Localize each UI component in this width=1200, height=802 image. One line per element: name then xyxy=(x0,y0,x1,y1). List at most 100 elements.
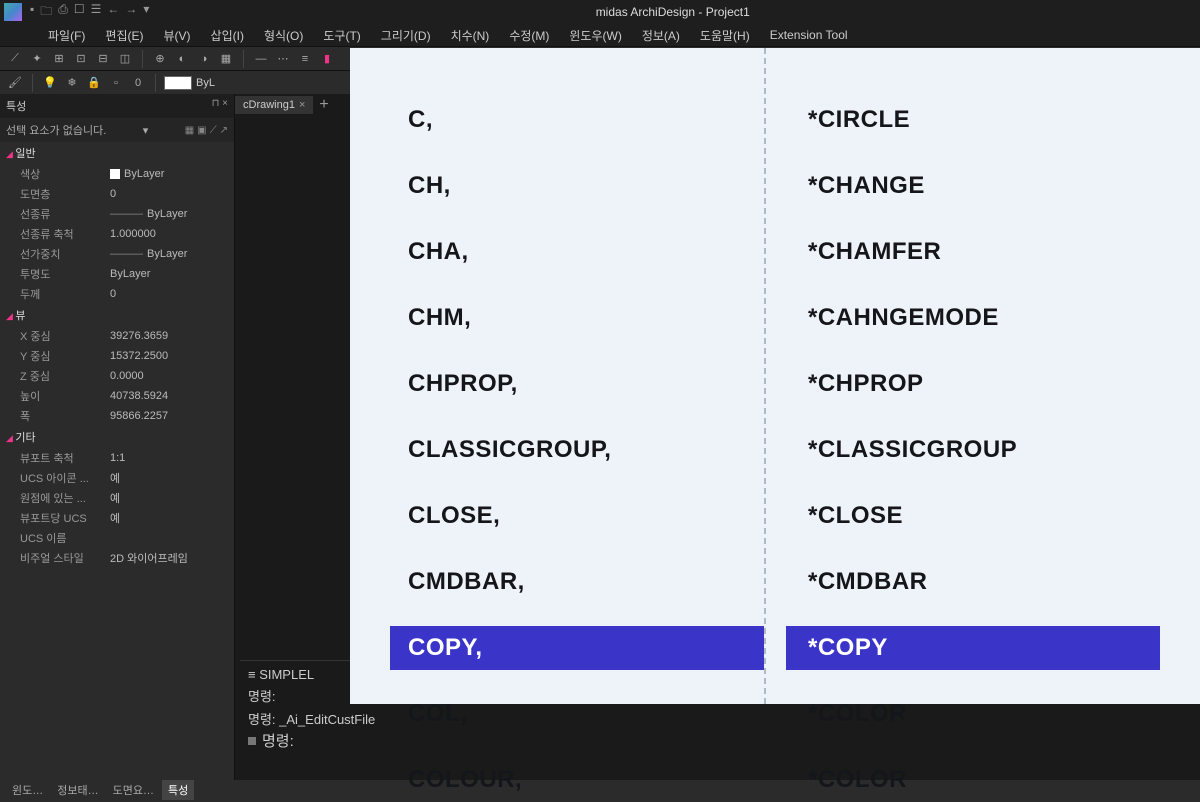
property-row[interactable]: 선종류———ByLayer xyxy=(0,204,234,224)
property-row[interactable]: 선가중치———ByLayer xyxy=(0,244,234,264)
tool-icon[interactable]: ❄ xyxy=(63,74,81,92)
property-row[interactable]: 비주얼 스타일2D 와이어프레임 xyxy=(0,548,234,568)
menu-insert[interactable]: 삽입(I) xyxy=(203,25,252,46)
alias-item[interactable]: C, xyxy=(390,98,764,142)
layers-icon[interactable]: ☰ xyxy=(91,2,102,23)
export-icon[interactable]: ☐ xyxy=(74,2,85,23)
tool-icon[interactable]: ▮ xyxy=(318,50,336,68)
alias-item[interactable]: COL, xyxy=(390,692,764,736)
alias-item[interactable]: CHA, xyxy=(390,230,764,274)
alias-item[interactable]: CMDBAR, xyxy=(390,560,764,604)
menu-modify[interactable]: 수정(M) xyxy=(501,25,557,46)
tool-icon[interactable]: ◑ xyxy=(195,50,213,68)
select-icon[interactable]: ▣ xyxy=(197,125,206,136)
tool-icon[interactable]: ⊟ xyxy=(94,50,112,68)
tool-icon[interactable]: ▫ xyxy=(107,74,125,92)
add-tab-icon[interactable]: + xyxy=(313,94,334,116)
alias-item[interactable]: *COLOR xyxy=(786,692,1160,736)
property-row[interactable]: Z 중심0.0000 xyxy=(0,366,234,386)
menu-window[interactable]: 윈도우(W) xyxy=(561,25,629,46)
property-row[interactable]: UCS 아이콘 ...예 xyxy=(0,468,234,488)
property-row[interactable]: 높이40738.5924 xyxy=(0,386,234,406)
tool-icon[interactable]: ⊕ xyxy=(151,50,169,68)
property-row[interactable]: X 중심39276.3659 xyxy=(0,326,234,346)
pin-icon[interactable]: ⊓ × xyxy=(212,98,228,114)
menu-format[interactable]: 형식(O) xyxy=(256,25,311,46)
menu-info[interactable]: 정보(A) xyxy=(634,25,688,46)
alias-item[interactable]: *CHPROP xyxy=(786,362,1160,406)
arrow-icon[interactable]: ↗ xyxy=(220,125,228,136)
alias-item[interactable]: *CLASSICGROUP xyxy=(786,428,1160,472)
statusbar-tab[interactable]: 정보태… xyxy=(51,780,104,800)
menu-extension[interactable]: Extension Tool xyxy=(762,26,856,44)
menu-dimension[interactable]: 치수(N) xyxy=(443,25,498,46)
tool-icon[interactable]: ◫ xyxy=(116,50,134,68)
tool-icon[interactable]: ⋯ xyxy=(274,50,292,68)
menu-help[interactable]: 도움말(H) xyxy=(692,25,758,46)
statusbar-tab[interactable]: 윈도… xyxy=(6,780,49,800)
group-misc[interactable]: 기타 xyxy=(0,426,234,448)
alias-item[interactable]: COLOUR, xyxy=(390,758,764,802)
alias-item[interactable]: *CIRCLE xyxy=(786,98,1160,142)
open-icon[interactable]: 🗀 xyxy=(40,2,52,23)
alias-item[interactable]: CHM, xyxy=(390,296,764,340)
property-row[interactable]: 투명도ByLayer xyxy=(0,264,234,284)
alias-item[interactable]: CLOSE, xyxy=(390,494,764,538)
property-row[interactable]: 선종류 축척1.000000 xyxy=(0,224,234,244)
alias-item[interactable]: *COPY xyxy=(786,626,1160,670)
alias-item[interactable]: *CHANGE xyxy=(786,164,1160,208)
alias-item[interactable]: *CHAMFER xyxy=(786,230,1160,274)
undo-icon[interactable]: ← xyxy=(107,2,119,23)
alias-item[interactable]: *COLOR xyxy=(786,758,1160,802)
close-icon[interactable]: × xyxy=(299,99,305,111)
property-row[interactable]: 뷰포트 축척1:1 xyxy=(0,448,234,468)
alias-item[interactable]: *CAHNGEMODE xyxy=(786,296,1160,340)
property-row[interactable]: 뷰포트당 UCS예 xyxy=(0,508,234,528)
tool-icon[interactable]: 0 xyxy=(129,74,147,92)
tool-icon[interactable]: 🔒 xyxy=(85,74,103,92)
group-view[interactable]: 뷰 xyxy=(0,304,234,326)
property-row[interactable]: 두께0 xyxy=(0,284,234,304)
document-tab[interactable]: cDrawing1 × xyxy=(235,96,313,114)
tool-icon[interactable]: ⊡ xyxy=(72,50,90,68)
alias-item[interactable]: CH, xyxy=(390,164,764,208)
property-row[interactable]: 폭95866.2257 xyxy=(0,406,234,426)
brush-icon[interactable]: 🖌 xyxy=(6,74,24,92)
redo-icon[interactable]: → xyxy=(125,2,137,23)
quick-access-toolbar: ▪ 🗀 ⎙ ☐ ☰ ← → ▾ xyxy=(30,2,149,23)
color-swatch[interactable] xyxy=(164,76,192,90)
alias-item[interactable]: CLASSICGROUP, xyxy=(390,428,764,472)
tool-icon[interactable]: ≡ xyxy=(296,50,314,68)
tool-icon[interactable]: ✦ xyxy=(28,50,46,68)
tool-icon[interactable]: — xyxy=(252,50,270,68)
alias-item[interactable]: *CLOSE xyxy=(786,494,1160,538)
menu-file[interactable]: 파일(F) xyxy=(40,25,93,46)
filter-icon[interactable]: ▦ xyxy=(185,125,194,136)
alias-item[interactable]: *CMDBAR xyxy=(786,560,1160,604)
dropdown-icon[interactable]: ▾ xyxy=(143,124,149,137)
tool-icon[interactable]: ▦ xyxy=(217,50,235,68)
tool-icon[interactable]: ⟋ xyxy=(6,50,24,68)
property-row[interactable]: UCS 이름 xyxy=(0,528,234,548)
property-row[interactable]: 원점에 있는 ...예 xyxy=(0,488,234,508)
property-row[interactable]: 색상ByLayer xyxy=(0,164,234,184)
group-general[interactable]: 일반 xyxy=(0,142,234,164)
property-label: UCS 이름 xyxy=(20,530,110,546)
menu-tools[interactable]: 도구(T) xyxy=(315,25,368,46)
menu-edit[interactable]: 편집(E) xyxy=(97,25,151,46)
alias-item[interactable]: CHPROP, xyxy=(390,362,764,406)
menu-draw[interactable]: 그리기(D) xyxy=(373,25,439,46)
property-row[interactable]: Y 중심15372.2500 xyxy=(0,346,234,366)
tool-icon[interactable]: 💡 xyxy=(41,74,59,92)
property-value: 40738.5924 xyxy=(110,388,168,404)
alias-item[interactable]: COPY, xyxy=(390,626,764,670)
statusbar-tab[interactable]: 도면요… xyxy=(107,780,160,800)
pick-icon[interactable]: ⟋ xyxy=(210,125,217,136)
new-icon[interactable]: ▪ xyxy=(30,2,34,23)
save-icon[interactable]: ⎙ xyxy=(58,2,68,23)
tool-icon[interactable]: ◐ xyxy=(173,50,191,68)
statusbar-tab-active[interactable]: 특성 xyxy=(162,780,194,800)
property-row[interactable]: 도면층0 xyxy=(0,184,234,204)
menu-view[interactable]: 뷰(V) xyxy=(155,25,198,46)
tool-icon[interactable]: ⊞ xyxy=(50,50,68,68)
